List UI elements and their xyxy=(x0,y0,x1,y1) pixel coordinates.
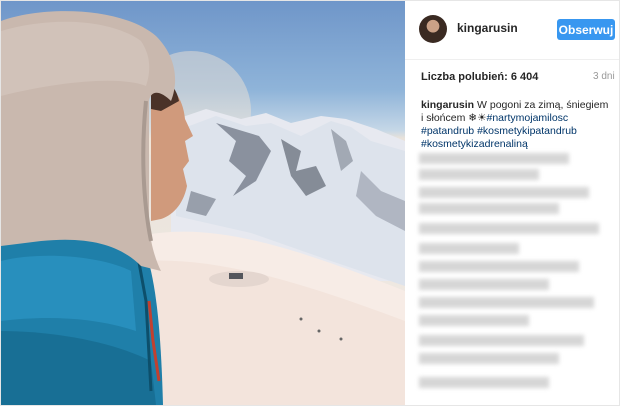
photo-scene xyxy=(1,11,405,405)
post-time[interactable]: 3 dni xyxy=(593,71,615,82)
user-avatar[interactable] xyxy=(419,15,447,43)
post-caption: kingarusin W pogoni za zimą, śniegiem i … xyxy=(421,99,609,151)
blurred-comment xyxy=(419,377,549,388)
instagram-post: kingarusin Obserwuj Liczba polubień: 6 4… xyxy=(0,0,620,406)
blurred-comment xyxy=(419,169,539,180)
hashtag[interactable]: #kosmetykipatandrub xyxy=(477,125,577,137)
blurred-comment xyxy=(419,203,559,214)
blurred-comment xyxy=(419,223,599,234)
blurred-comment xyxy=(419,243,519,254)
hashtag[interactable]: #nartymojamilosc xyxy=(486,112,568,124)
blurred-comment xyxy=(419,187,589,198)
username-link[interactable]: kingarusin xyxy=(457,21,518,35)
blurred-comment xyxy=(419,297,594,308)
hashtag[interactable]: #kosmetykizadrenaliną xyxy=(421,138,528,150)
blurred-comment xyxy=(419,335,584,346)
blurred-comment xyxy=(419,153,569,164)
post-header: kingarusin Obserwuj xyxy=(405,1,619,60)
blurred-comment xyxy=(419,261,579,272)
likes-count[interactable]: Liczba polubień: 6 404 xyxy=(421,71,538,83)
post-sidebar: kingarusin Obserwuj Liczba polubień: 6 4… xyxy=(405,1,619,405)
blurred-comment xyxy=(419,315,529,326)
follow-button[interactable]: Obserwuj xyxy=(557,19,615,40)
post-photo[interactable] xyxy=(1,1,405,405)
blurred-comment xyxy=(419,353,559,364)
blurred-comment xyxy=(419,279,549,290)
hashtag[interactable]: #patandrub xyxy=(421,125,474,137)
caption-username[interactable]: kingarusin xyxy=(421,99,474,111)
